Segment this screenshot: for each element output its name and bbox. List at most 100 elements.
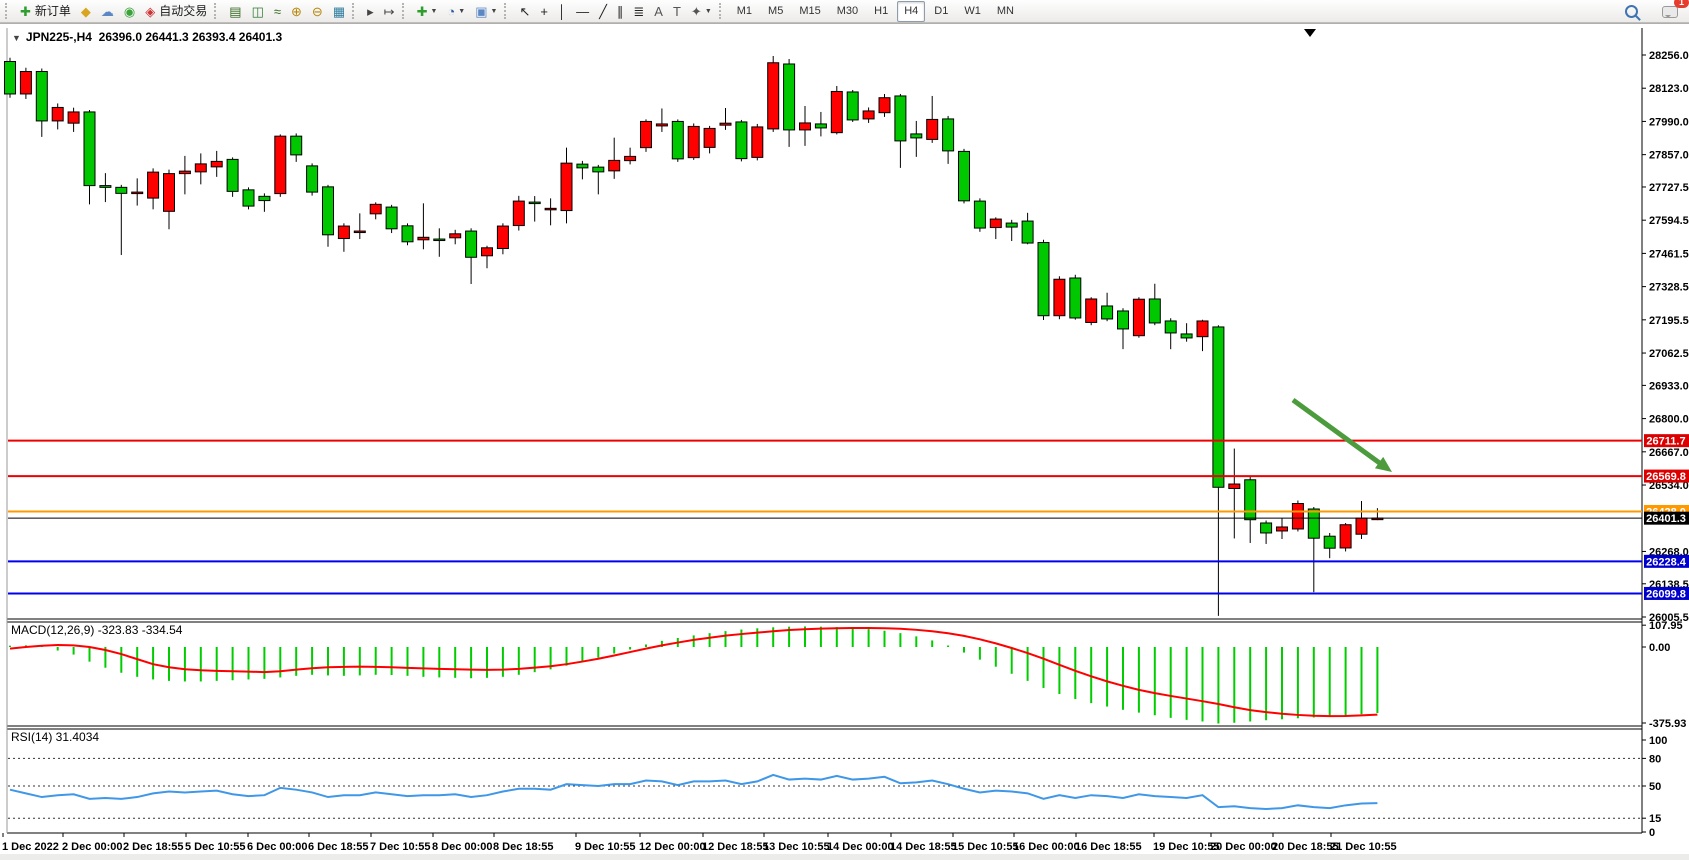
date-tick-label: 20 Dec 00:00 [1210,841,1277,853]
signals-button[interactable]: ◉ [120,1,139,22]
text-icon: A [654,5,663,18]
auto-scroll-button[interactable]: ▸ [363,1,378,22]
timeframe-m1-button[interactable]: M1 [730,1,759,22]
crosshair-button[interactable]: + [536,1,552,22]
candle-body [1261,523,1272,533]
dropdown-arrow-icon: ▼ [491,8,498,15]
candle-body [275,136,286,193]
candle-body [720,123,731,125]
toolbar-grip [5,3,11,19]
price-tick-label: 26933.0 [1649,380,1689,392]
text-button[interactable]: A [650,1,667,22]
search-icon [1625,5,1638,18]
timeframe-w1-button[interactable]: W1 [957,1,988,22]
navigator-icon: ☁ [101,5,114,18]
candle-body [291,136,302,155]
toolbar-grip [719,3,725,19]
candle-body [1213,327,1224,487]
hline-price-label: 26228.4 [1646,556,1687,568]
date-tick-label: 12 Dec 00:00 [639,841,706,853]
charts-profile-button[interactable]: ◆ [77,1,95,22]
equidistant-channel-button[interactable]: ∥ [613,1,628,22]
new-order-label: 新订单 [35,5,71,17]
templates-icon: ▣ [475,5,487,18]
timeframe-m30-button[interactable]: M30 [830,1,865,22]
cursor-button[interactable]: ↖ [515,1,534,22]
trendline-icon: ╱ [599,5,607,18]
line-chart-icon: ≈ [274,5,281,18]
price-tick-label: 27594.5 [1649,215,1689,227]
zoom-out-button[interactable]: ⊖ [308,1,327,22]
current-price-label: 26401.3 [1646,513,1686,525]
auto-trading-button[interactable]: ◈自动交易 [141,1,211,22]
timeframe-m15-button[interactable]: M15 [792,1,827,22]
vertical-line-button[interactable]: │ [554,1,570,22]
candle-body [752,127,763,157]
horizontal-line-button[interactable]: — [572,1,593,22]
candle-body [195,164,206,172]
toolbar-grip [402,3,408,19]
candle-body [36,71,47,120]
bar-chart-icon: ▤ [229,5,241,18]
candle-body [1165,321,1176,333]
candle-body [1149,299,1160,323]
indicators-button[interactable]: ✚▼ [413,1,442,22]
navigator-button[interactable]: ☁ [97,1,118,22]
timeframe-h4-button[interactable]: H4 [897,1,925,22]
candle-body [434,239,445,241]
fibonacci-button[interactable]: ≣ [629,1,648,22]
candle-body [386,207,397,229]
candle-body [1229,484,1240,488]
date-tick-label: 9 Dec 10:55 [575,841,636,853]
candle-body [418,237,429,239]
candle-body [1308,509,1319,538]
rsi-tick-label: 100 [1649,735,1667,747]
candle-body [100,186,111,188]
candle-body [211,161,222,166]
templates-button[interactable]: ▣▼ [471,1,501,22]
zoom-in-button[interactable]: ⊕ [287,1,306,22]
tile-windows-button[interactable]: ▦ [329,1,349,22]
arrows-shapes-button[interactable]: ✦▼ [687,1,716,22]
price-tick-label: 27461.5 [1649,248,1689,260]
chart-shift-icon: ↦ [384,5,395,18]
charts-profile-icon: ◆ [81,5,91,18]
toolbar-grip [214,3,220,19]
date-tick-label: 2 Dec 00:00 [62,841,123,853]
timeframe-h1-button[interactable]: H1 [867,1,895,22]
auto-scroll-icon: ▸ [367,5,374,18]
candle-body [323,187,334,235]
rsi-label: RSI(14) 31.4034 [11,730,99,744]
candle-body [895,96,906,141]
new-order-button[interactable]: ✚新订单 [16,1,75,22]
candle-body [148,172,159,198]
rsi-tick-label: 15 [1649,813,1661,825]
candle-body [1324,536,1335,548]
text-label-button[interactable]: T [669,1,685,22]
candle-body [879,98,890,113]
periods-button[interactable]: ◔▼ [443,1,469,22]
timeframe-m5-button[interactable]: M5 [761,1,790,22]
bar-chart-button[interactable]: ▤ [225,1,245,22]
candlestick-chart-button[interactable]: ◫ [248,1,268,22]
hline-price-label: 26569.8 [1646,471,1686,483]
date-tick-label: 15 Dec 10:55 [952,841,1019,853]
candle-body [1006,223,1017,227]
chevron-down-icon[interactable]: ▼ [12,33,21,43]
search-button[interactable] [1621,1,1642,22]
date-tick-label: 20 Dec 18:55 [1272,841,1339,853]
chart-title: ▼JPN225-,H4 26396.0 26441.3 26393.4 2640… [12,30,282,44]
candle-body [943,119,954,151]
date-tick-label: 5 Dec 10:55 [185,841,246,853]
notifications-button[interactable]: 1 [1644,1,1682,22]
candle-body [354,231,365,233]
timeframe-d1-button[interactable]: D1 [927,1,955,22]
timeframe-mn-button[interactable]: MN [990,1,1021,22]
trendline-button[interactable]: ╱ [595,1,611,22]
line-chart-button[interactable]: ≈ [270,1,285,22]
horizontal-line-icon: — [576,5,589,18]
candle-body [5,61,16,93]
toolbar-grip [504,3,510,19]
macd-tick-label: 107.95 [1649,620,1683,632]
chart-shift-button[interactable]: ↦ [380,1,399,22]
